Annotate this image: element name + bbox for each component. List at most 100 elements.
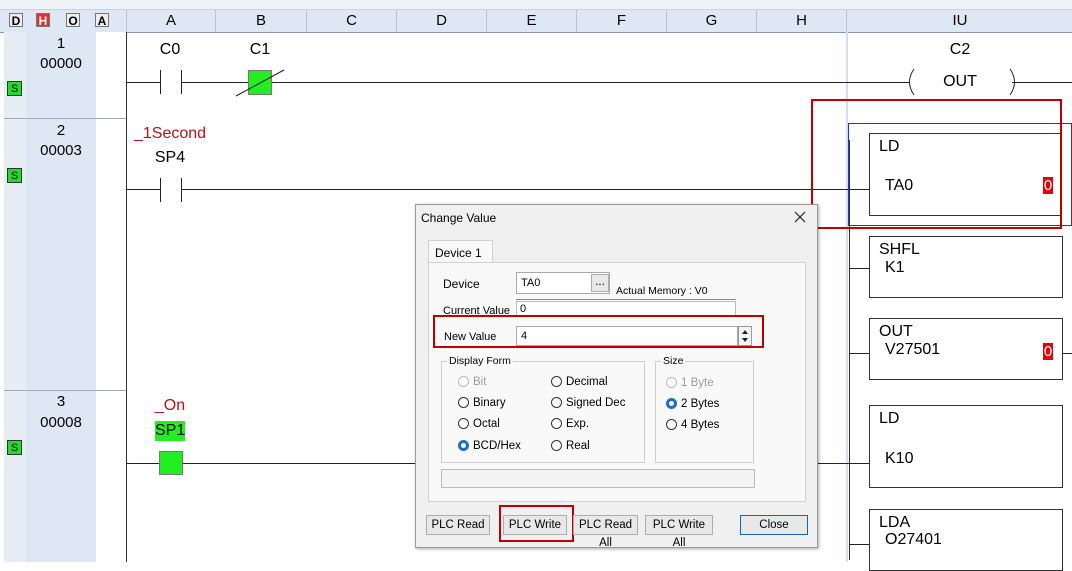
r1-nc-contact-energized[interactable] [235,69,285,97]
radio-bit: Bit [458,376,486,388]
rung-2-status-badge: S [7,168,22,183]
radio-2-bytes[interactable]: 2 Bytes [666,398,719,410]
change-value-dialog: Change Value Device 1 Device TA0 ... Act… [415,204,818,549]
device-label: Device [443,277,480,291]
left-power-rail [96,32,127,562]
rung-wire [1062,353,1072,354]
column-header-g: G [666,10,756,32]
radio-signed-dec[interactable]: Signed Dec [551,397,625,409]
rung-wire [1012,82,1072,83]
radio-4-bytes[interactable]: 4 Bytes [666,419,719,431]
radio-octal[interactable]: Octal [458,418,500,430]
dialog-title: Change Value [421,211,497,225]
window-top-strip [0,0,1072,10]
tab-label: Device 1 [435,246,482,260]
r2-contact-label: SP4 [154,149,186,166]
status-column [4,32,27,562]
rung-wire [126,82,160,83]
instr-arg: V27501 [885,341,941,358]
mode-o-button[interactable]: O [66,13,80,28]
instr-op: OUT [879,323,913,340]
rung-separator [4,390,126,391]
close-button[interactable]: Close [740,515,808,535]
rung-1-number: 1 [56,35,66,52]
radio-button-icon [666,419,677,430]
rung-wire [272,82,910,83]
radio-binary[interactable]: Binary [458,397,506,409]
radio-real[interactable]: Real [551,440,590,452]
column-header-b: B [215,10,306,32]
rung-2-address: 00003 [40,142,82,159]
rung-wire [849,544,869,545]
nc-slash-icon [235,69,285,97]
annotation-highlight-new-value [433,315,764,348]
rung-3-address: 00008 [40,414,82,431]
r1-contact-b-label: C1 [249,41,271,58]
annotation-highlight-plc-write [499,505,574,542]
rung-wire [126,189,160,190]
rung-wire [849,268,869,269]
instr-arg: O27401 [885,531,942,548]
contact-bar [181,178,182,202]
radio-button-icon [551,397,562,408]
r2-contact-nickname: _1Second [133,125,207,142]
plc-write-all-button[interactable]: PLC Write All [645,515,713,549]
plc-read-button[interactable]: PLC Read [426,515,490,535]
rung-3-number: 3 [56,393,66,410]
mode-d-button[interactable]: D [9,13,23,28]
rung-1-status-badge: S [7,81,22,96]
column-header-h: H [756,10,846,32]
rung-2-number: 2 [56,122,66,139]
rung-number-column [26,32,97,562]
column-header-d: D [396,10,486,32]
actual-memory-text: Actual Memory : V0 [616,285,708,297]
contact-bar [160,70,161,94]
column-header-e: E [486,10,576,32]
rung-wire [816,463,849,464]
r3-contact-energized[interactable] [159,451,183,475]
column-header-c: C [306,10,396,32]
rung-wire [126,463,160,464]
radio-selected-icon [666,398,677,409]
radio-bcd-hex[interactable]: BCD/Hex [458,440,521,452]
instr-out-box[interactable]: OUT V27501 0 [869,318,1063,380]
instr-op: LD [879,410,900,427]
size-label: Size [661,355,686,367]
instr-ld-k10-box[interactable]: LD K10 [869,405,1063,488]
instr-op: LDA [879,514,911,531]
display-form-label: Display Form [447,355,513,367]
r1-contact-a-label: C0 [159,41,181,58]
annotation-highlight-ld-ta0 [811,99,1062,229]
radio-selected-icon [458,440,469,451]
instr-op: SHFL [879,241,920,258]
plc-read-all-button[interactable]: PLC Read All [573,515,638,549]
rung-wire [183,463,415,464]
r1-coil-label: OUT [943,73,977,90]
rung-wire [182,189,870,190]
radio-button-icon [666,377,677,388]
divider [516,299,736,300]
device-browse-button[interactable]: ... [591,274,609,292]
mode-a-button[interactable]: A [95,13,109,28]
column-header-iu: IU [846,10,1072,32]
radio-button-icon [551,418,562,429]
instr-shfl-box[interactable]: SHFL K1 [869,236,1063,298]
mode-h-button[interactable]: H [36,13,50,28]
r3-contact-nickname: _On [154,397,186,414]
column-header-f: F [576,10,666,32]
rung-1-address: 00000 [40,55,82,72]
close-icon[interactable] [794,211,806,223]
r1-coil-name: C2 [949,41,971,58]
rung-wire [849,463,869,464]
radio-button-icon [551,376,562,387]
tab-device-1[interactable]: Device 1 [428,240,493,264]
radio-exp[interactable]: Exp. [551,418,589,430]
radio-decimal[interactable]: Decimal [551,376,608,388]
rung-3-status-badge: S [7,440,22,455]
rung-wire [849,353,869,354]
instr-arg: K10 [885,450,914,467]
r3-contact-label: SP1 [155,421,186,441]
contact-bar [160,178,161,202]
radio-button-icon [458,376,469,387]
radio-1-byte: 1 Byte [666,377,714,389]
